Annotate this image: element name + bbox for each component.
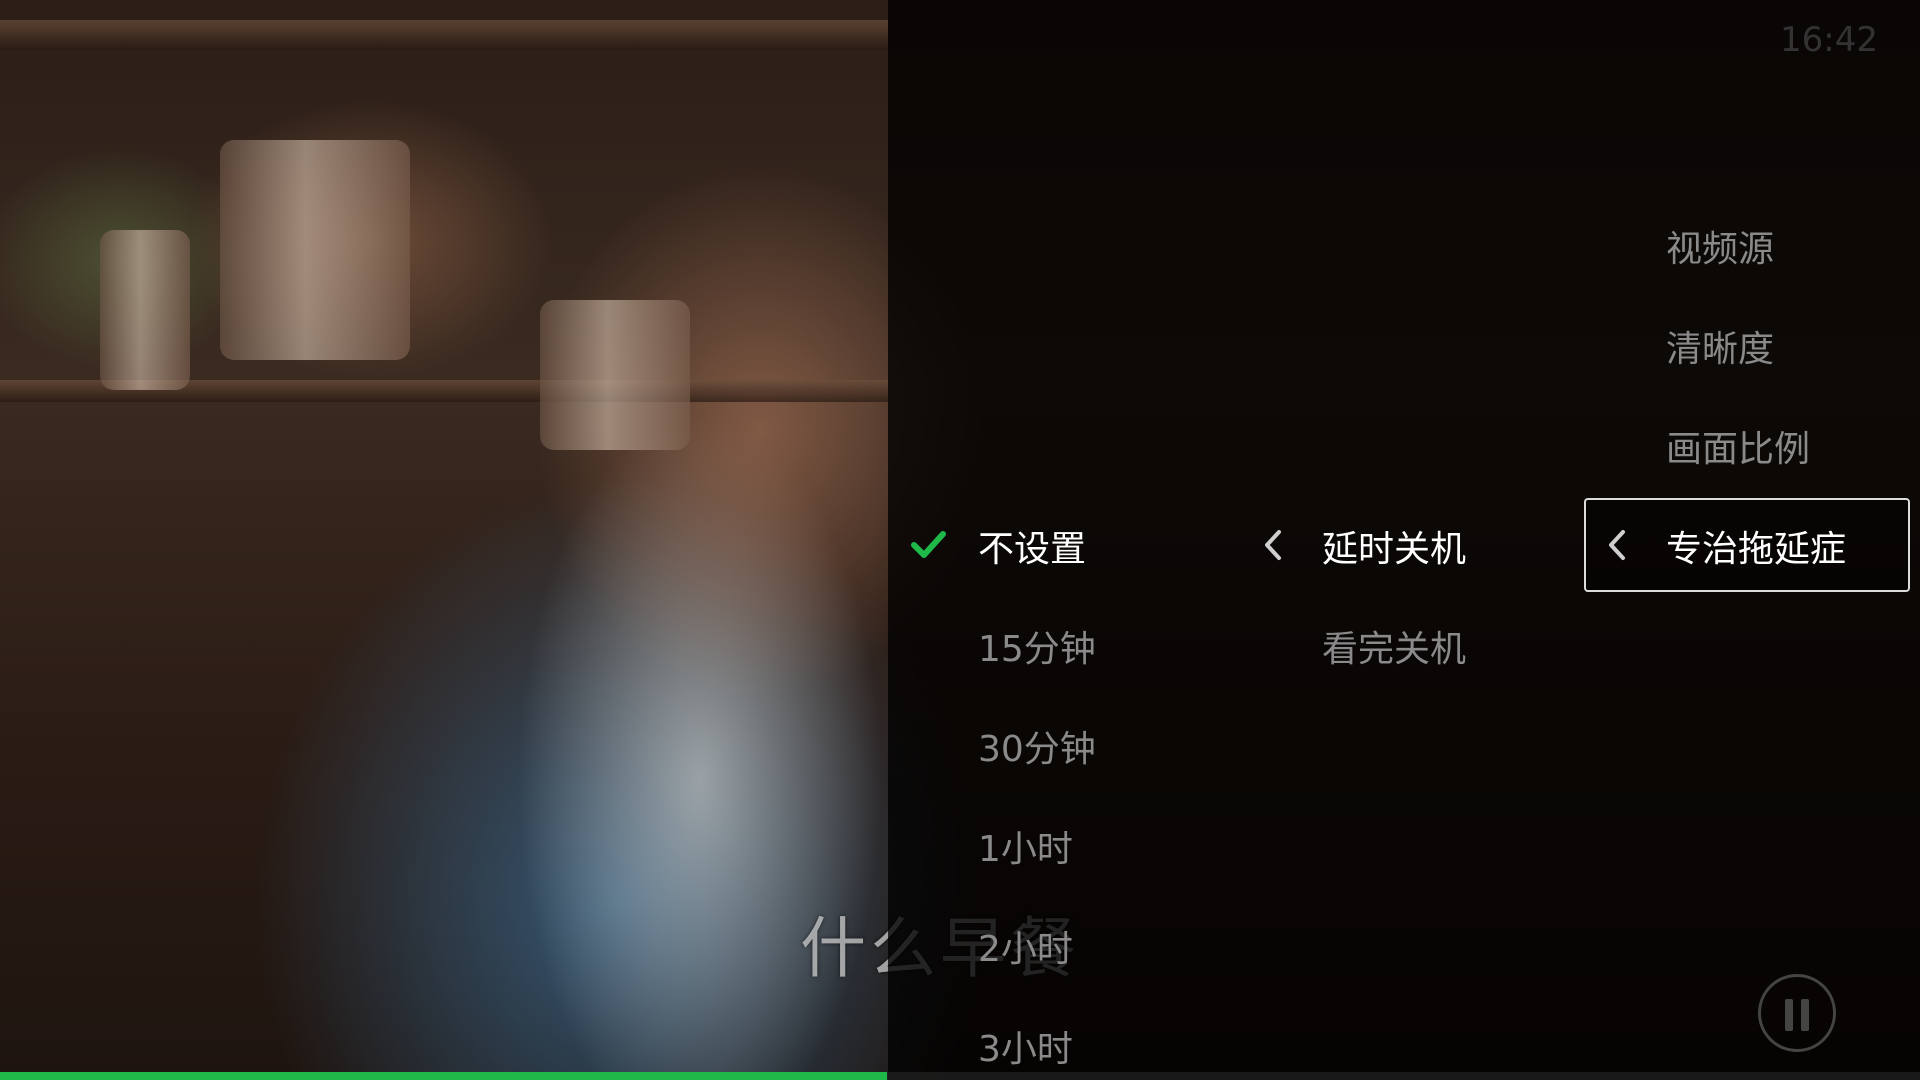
background-pot — [100, 230, 190, 390]
menu-aspect-ratio[interactable]: 画面比例 — [1666, 420, 1810, 472]
sleep-option-2h[interactable]: 2小时 — [978, 920, 1073, 972]
sleep-option-15min[interactable]: 15分钟 — [978, 620, 1096, 672]
menu-video-source[interactable]: 视频源 — [1666, 220, 1774, 272]
pause-button[interactable] — [1758, 974, 1836, 1052]
chevron-left-icon — [1609, 530, 1625, 560]
sleep-option-30min[interactable]: 30分钟 — [978, 720, 1096, 772]
pause-icon — [1801, 999, 1809, 1031]
sleep-option-1h[interactable]: 1小时 — [978, 820, 1073, 872]
background-shelf — [0, 20, 888, 50]
menu-anti-procrastination[interactable]: 专治拖延症 — [1666, 520, 1846, 572]
shutdown-delayed[interactable]: 延时关机 — [1322, 520, 1466, 572]
sleep-option-none[interactable]: 不设置 — [978, 520, 1086, 572]
progress-fill — [0, 1072, 888, 1080]
video-player[interactable]: 什么早餐 16:42 不设置 15分钟 30分钟 1小时 2小时 3小时 延时关… — [0, 0, 1920, 1080]
background-pot — [220, 140, 410, 360]
check-icon — [911, 531, 946, 558]
clock: 16:42 — [1780, 20, 1878, 60]
background-pot — [540, 300, 690, 450]
shutdown-after-finish[interactable]: 看完关机 — [1322, 620, 1466, 672]
sleep-option-3h[interactable]: 3小时 — [978, 1020, 1073, 1072]
menu-resolution[interactable]: 清晰度 — [1666, 320, 1774, 372]
pause-icon — [1785, 999, 1793, 1031]
chevron-left-icon — [1265, 530, 1281, 560]
